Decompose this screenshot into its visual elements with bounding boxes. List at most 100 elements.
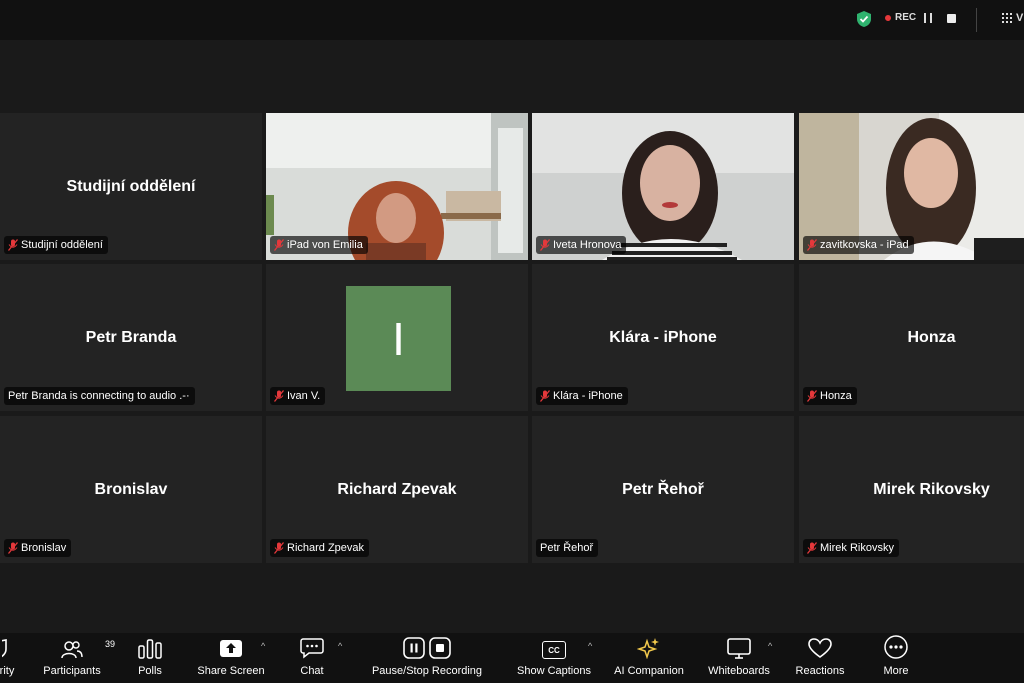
whiteboard-icon	[727, 638, 751, 659]
name-tag-label: Iveta Hronova	[553, 239, 622, 251]
chat-button[interactable]: Chat	[292, 633, 332, 683]
participant-name: Richard Zpevak	[337, 480, 457, 498]
name-tag: Mirek Rikovsky	[803, 539, 899, 557]
more-button[interactable]: More	[876, 633, 916, 683]
rec-label: REC	[895, 12, 917, 23]
video-tile[interactable]: zavitkovska - iPad	[799, 113, 1024, 260]
video-tile[interactable]: Klára - iPhone Klára - iPhone	[532, 264, 794, 411]
mic-muted-icon	[540, 239, 550, 251]
mic-muted-icon	[807, 390, 817, 402]
video-tile[interactable]: Mirek Rikovsky Mirek Rikovsky	[799, 416, 1024, 563]
participant-name: Klára - iPhone	[609, 328, 717, 346]
name-tag: Richard Zpevak	[270, 539, 370, 557]
top-bar: REC V	[0, 0, 1024, 40]
share-screen-button[interactable]: Share Screen	[195, 633, 267, 683]
participants-button[interactable]: 39 Participants	[40, 633, 115, 683]
whiteboards-options-chevron-icon[interactable]: ^	[768, 641, 772, 651]
chat-options-chevron-icon[interactable]: ^	[338, 641, 342, 651]
mic-muted-icon	[807, 542, 817, 554]
video-tile[interactable]: Petr Branda Petr Branda is connecting to…	[0, 264, 262, 411]
video-tile[interactable]: Studijní oddělení Studijní oddělení	[0, 113, 262, 260]
participants-label: Participants	[43, 665, 101, 677]
ai-companion-button[interactable]: AI Companion	[608, 633, 690, 683]
chat-label: Chat	[300, 665, 324, 677]
video-tile[interactable]: Richard Zpevak Richard Zpevak	[266, 416, 528, 563]
name-tag-label: iPad von Emilia	[287, 239, 363, 251]
name-tag: Petr Branda is connecting to audio .-·	[4, 387, 195, 405]
name-tag-label: zavitkovska - iPad	[820, 239, 909, 251]
grid-view-icon	[1002, 13, 1012, 23]
mic-muted-icon	[274, 542, 284, 554]
name-tag-label: Studijní oddělení	[21, 239, 103, 251]
participant-name: Studijní oddělení	[66, 177, 196, 195]
security-label: rity	[0, 665, 15, 677]
participant-name: Petr Řehoř	[622, 480, 704, 498]
name-tag-label: Petr Branda is connecting to audio .-·	[8, 390, 190, 402]
name-tag: Ivan V.	[270, 387, 326, 405]
name-tag-label: Ivan V.	[287, 390, 321, 402]
polls-button[interactable]: Polls	[130, 633, 170, 683]
video-tile[interactable]: Iveta Hronova	[532, 113, 794, 260]
name-tag: Honza	[803, 387, 857, 405]
video-tile[interactable]: iPad von Emilia	[266, 113, 528, 260]
name-tag-label: Klára - iPhone	[553, 390, 623, 402]
view-label: V	[1016, 12, 1024, 24]
participant-name: Mirek Rikovsky	[873, 480, 990, 498]
recording-indicator: REC	[885, 12, 916, 23]
show-captions-button[interactable]: CC Show Captions	[512, 633, 596, 683]
reactions-label: Reactions	[795, 665, 845, 677]
pause-stop-recording-button[interactable]: Pause/Stop Recording	[367, 633, 487, 683]
view-button[interactable]: V	[1002, 12, 1023, 24]
meeting-toolbar: rity 39 Participants Polls Share Screen …	[0, 633, 1024, 683]
pause-recording-icon[interactable]	[923, 13, 933, 23]
captions-label: Show Captions	[517, 665, 591, 677]
stop-icon	[429, 637, 451, 659]
whiteboards-label: Whiteboards	[708, 665, 770, 677]
video-tile[interactable]: Bronislav Bronislav	[0, 416, 262, 563]
chat-icon	[300, 638, 324, 659]
security-button[interactable]: rity	[0, 633, 20, 683]
participants-icon	[61, 641, 83, 659]
share-screen-label: Share Screen	[197, 665, 265, 677]
more-label: More	[883, 665, 909, 677]
name-tag-label: Honza	[820, 390, 852, 402]
whiteboards-button[interactable]: Whiteboards	[703, 633, 775, 683]
mic-muted-icon	[274, 390, 284, 402]
mic-muted-icon	[274, 239, 284, 251]
name-tag: Studijní oddělení	[4, 236, 108, 254]
share-options-chevron-icon[interactable]: ^	[261, 641, 265, 651]
participant-name: Petr Branda	[85, 328, 177, 346]
ai-sparkle-icon	[637, 638, 659, 659]
name-tag-label: Bronislav	[21, 542, 67, 554]
participant-name: Honza	[907, 328, 956, 346]
divider	[976, 8, 977, 32]
polls-label: Polls	[138, 665, 162, 677]
name-tag-label: Petr Řehoř	[540, 542, 594, 554]
mic-muted-icon	[540, 390, 550, 402]
name-tag-label: Mirek Rikovsky	[820, 542, 894, 554]
rec-dot-icon	[885, 14, 891, 21]
video-tile[interactable]: Honza Honza	[799, 264, 1024, 411]
captions-options-chevron-icon[interactable]: ^	[588, 641, 592, 651]
participants-count: 39	[105, 639, 116, 649]
video-tile[interactable]: Petr Řehoř Petr Řehoř	[532, 416, 794, 563]
shield-icon	[2, 639, 7, 658]
ai-companion-label: AI Companion	[614, 665, 684, 677]
polls-icon	[138, 639, 162, 659]
mic-muted-icon	[8, 542, 18, 554]
name-tag: Iveta Hronova	[536, 236, 627, 254]
participant-name: Bronislav	[94, 480, 168, 498]
avatar: I	[346, 286, 451, 391]
stop-recording-icon[interactable]	[947, 14, 956, 23]
shield-check-icon[interactable]	[856, 10, 872, 28]
name-tag: Bronislav	[4, 539, 72, 557]
reactions-button[interactable]: Reactions	[790, 633, 850, 683]
recording-label: Pause/Stop Recording	[371, 665, 483, 677]
captions-icon: CC	[542, 641, 566, 659]
mic-muted-icon	[8, 239, 18, 251]
video-tile[interactable]: I Ivan V.	[266, 264, 528, 411]
name-tag: Klára - iPhone	[536, 387, 628, 405]
name-tag: zavitkovska - iPad	[803, 236, 914, 254]
pause-icon	[403, 637, 425, 659]
more-icon	[884, 635, 908, 659]
